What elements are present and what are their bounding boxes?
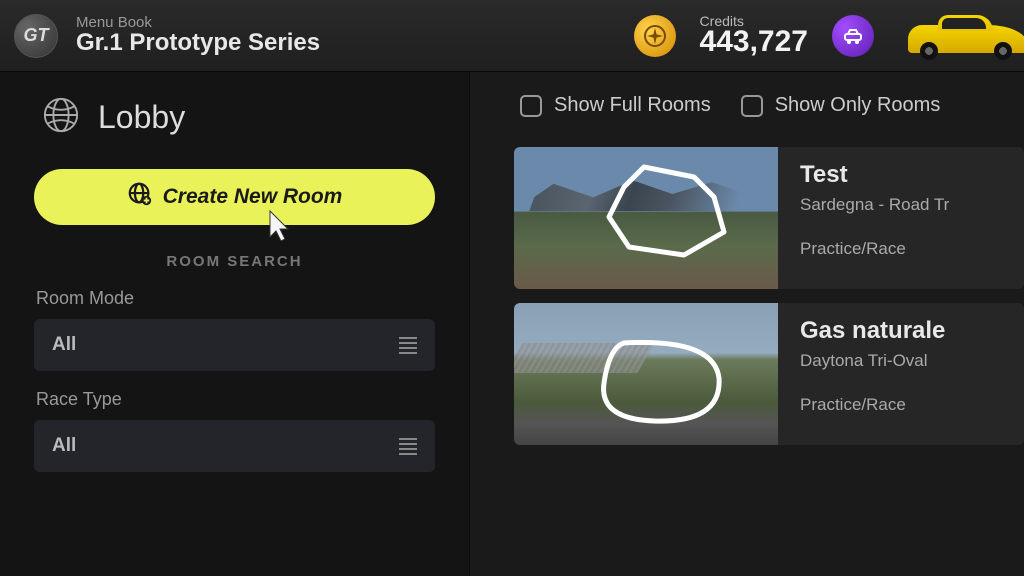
checkbox-icon [520,95,542,117]
room-card[interactable]: Test Sardegna - Road Tr Practice/Race [514,147,1024,289]
header-bar: GT Menu Book Gr.1 Prototype Series Credi… [0,0,1024,72]
room-mode: Practice/Race [800,239,1002,259]
garage-icon[interactable] [832,15,874,57]
track-thumbnail-daytona [514,303,778,445]
menu-icon [399,438,417,455]
filter-value-race-type: All [52,435,76,457]
room-filter-checkboxes: Show Full Rooms Show Only Rooms [514,94,1024,117]
lobby-header: Lobby [34,96,435,139]
track-thumbnail-sardegna [514,147,778,289]
credits-value: 443,727 [700,25,808,59]
checkbox-label: Show Full Rooms [554,94,711,117]
main-layout: Lobby Create New Room ROOM SEARCH Room M… [0,72,1024,576]
lobby-sidebar: Lobby Create New Room ROOM SEARCH Room M… [0,72,470,576]
globe-icon [42,96,80,139]
header-right: Credits 443,727 [634,9,1010,63]
game-logo-badge[interactable]: GT [14,14,58,58]
room-title: Test [800,161,1002,189]
credits-block: Credits 443,727 [700,13,808,59]
room-search-heading: ROOM SEARCH [34,253,435,270]
create-new-room-button[interactable]: Create New Room [34,169,435,225]
filter-select-race-type[interactable]: All [34,420,435,472]
room-meta: Gas naturale Daytona Tri-Oval Practice/R… [778,303,1024,445]
checkbox-label: Show Only Rooms [775,94,941,117]
filter-room-mode: Room Mode All [34,288,435,371]
menu-icon [399,337,417,354]
checkbox-show-full-rooms[interactable]: Show Full Rooms [520,94,711,117]
filter-select-room-mode[interactable]: All [34,319,435,371]
cursor-icon [264,209,292,245]
checkbox-icon [741,95,763,117]
create-button-label: Create New Room [163,185,343,209]
lobby-title: Lobby [98,99,185,136]
checkbox-show-only-rooms[interactable]: Show Only Rooms [741,94,941,117]
room-title: Gas naturale [800,317,1002,345]
title-block: Menu Book Gr.1 Prototype Series [76,14,320,57]
globe-plus-icon [127,181,153,213]
filter-value-room-mode: All [52,334,76,356]
room-list-panel: Show Full Rooms Show Only Rooms Test Sar… [470,72,1024,576]
series-title: Gr.1 Prototype Series [76,29,320,57]
filter-race-type: Race Type All [34,389,435,472]
room-subtitle: Sardegna - Road Tr [800,195,1002,215]
room-card[interactable]: Gas naturale Daytona Tri-Oval Practice/R… [514,303,1024,445]
filter-label-room-mode: Room Mode [34,288,435,309]
current-car-thumbnail[interactable] [898,9,1024,63]
compass-coin-icon[interactable] [634,15,676,57]
room-subtitle: Daytona Tri-Oval [800,351,1002,371]
room-meta: Test Sardegna - Road Tr Practice/Race [778,147,1024,289]
filter-label-race-type: Race Type [34,389,435,410]
room-mode: Practice/Race [800,395,1002,415]
